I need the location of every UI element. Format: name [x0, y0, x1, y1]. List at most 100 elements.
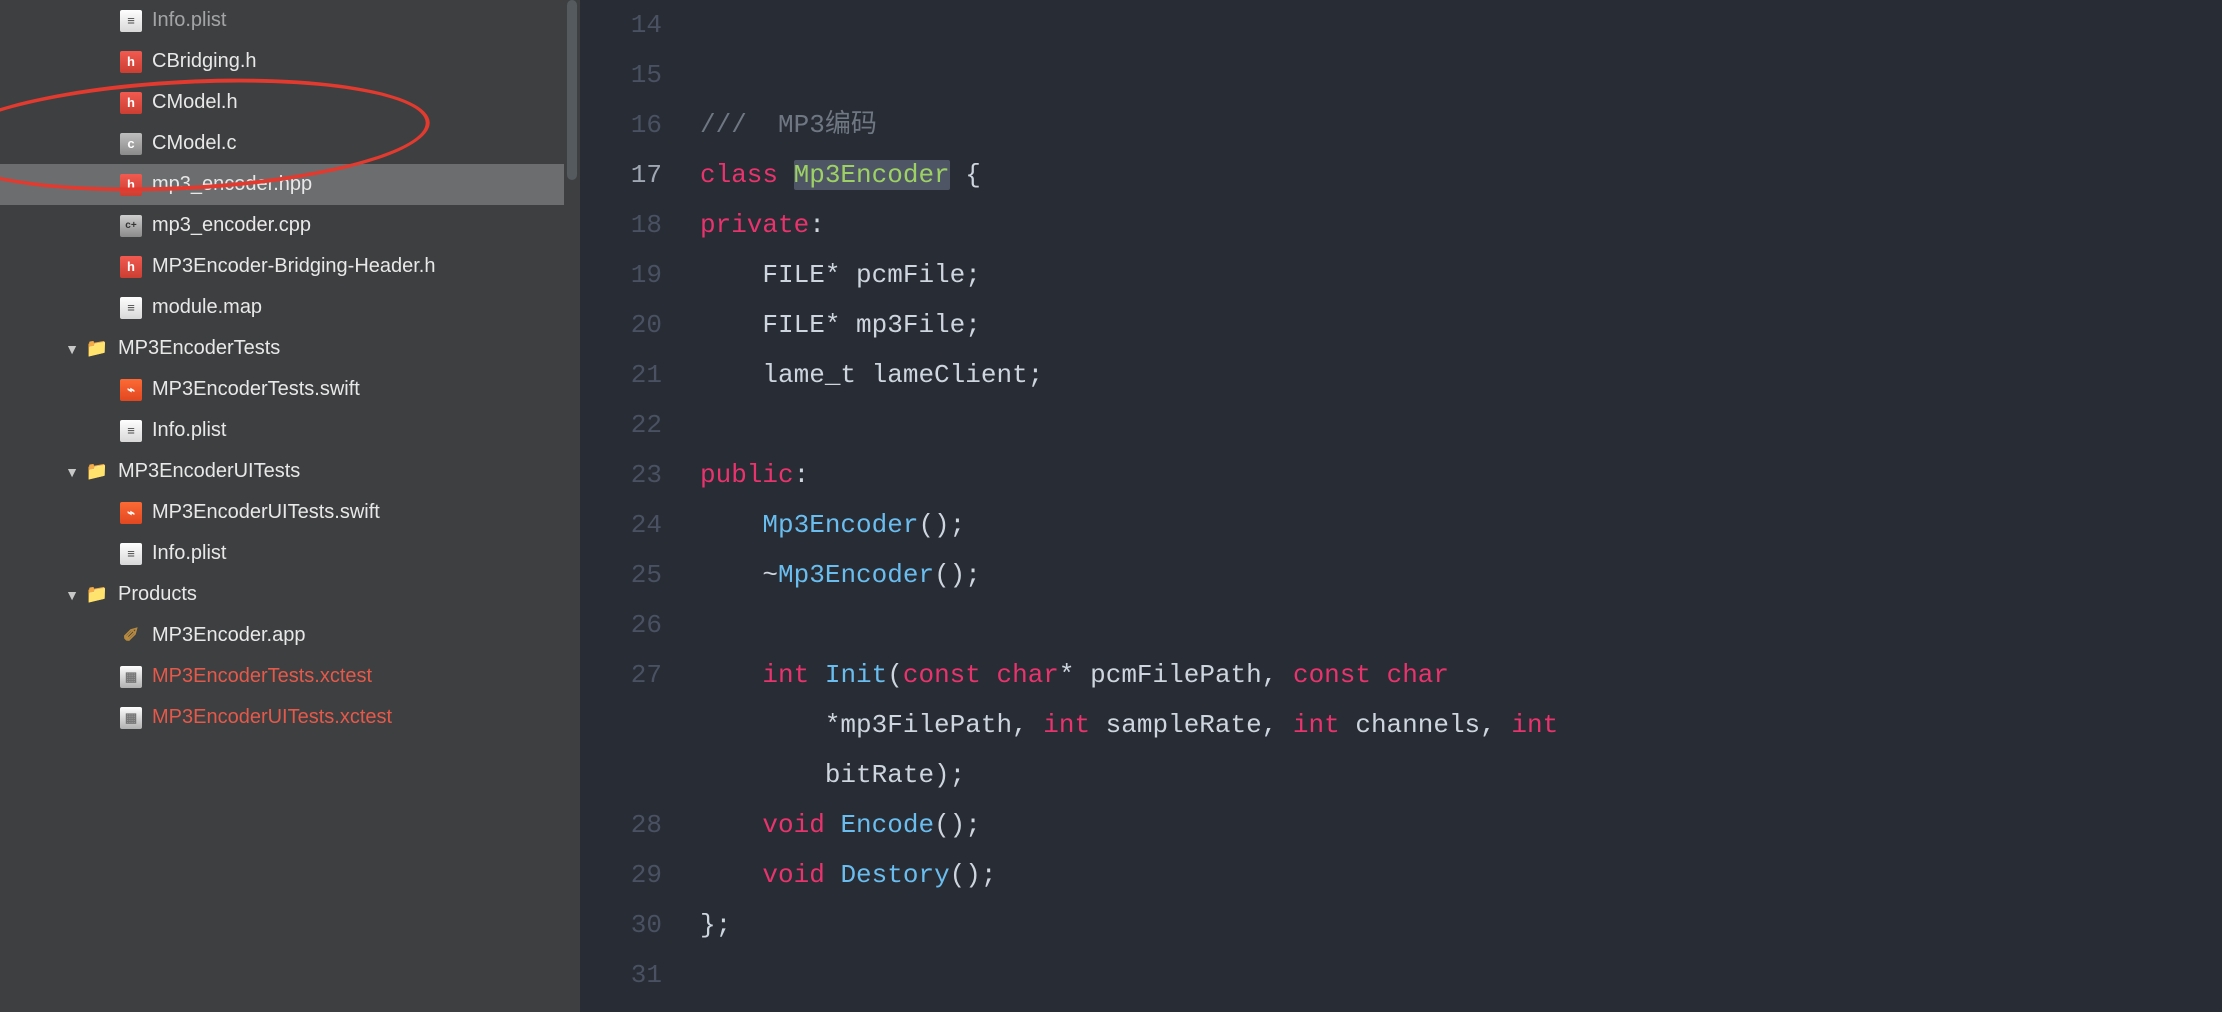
code-token	[700, 660, 762, 690]
line-number: 19	[580, 250, 662, 300]
code-token: Mp3Encoder	[762, 510, 918, 540]
app-file-icon: ✐	[120, 625, 142, 647]
file-tree-item[interactable]: hMP3Encoder-Bridging-Header.h	[0, 246, 580, 287]
file-tree-item[interactable]: ▦MP3EncoderUITests.xctest	[0, 697, 580, 738]
line-number: 25	[580, 550, 662, 600]
line-number: 18	[580, 200, 662, 250]
code-token: int	[1043, 710, 1090, 740]
code-token: *mp3FilePath,	[825, 710, 1043, 740]
disclosure-triangle-icon[interactable]: ▼	[62, 464, 82, 480]
code-token	[700, 760, 825, 790]
file-tree-item[interactable]: ⌁ MP3EncoderTests.swift	[0, 369, 580, 410]
file-tree-item[interactable]: ✐MP3Encoder.app	[0, 615, 580, 656]
code-line[interactable]: FILE* pcmFile;	[700, 250, 2222, 300]
file-tree-item-label: MP3Encoder-Bridging-Header.h	[152, 255, 436, 278]
file-tree-item-label: MP3EncoderUITests.xctest	[152, 706, 392, 729]
code-line[interactable]: lame_t lameClient;	[700, 350, 2222, 400]
code-line[interactable]	[700, 0, 2222, 50]
code-line[interactable]	[700, 400, 2222, 450]
code-line[interactable]: *mp3FilePath, int sampleRate, int channe…	[700, 700, 2222, 750]
code-line[interactable]: void Encode();	[700, 800, 2222, 850]
file-tree-item[interactable]: hCBridging.h	[0, 41, 580, 82]
code-line[interactable]: int Init(const char* pcmFilePath, const …	[700, 650, 2222, 700]
line-number: 22	[580, 400, 662, 450]
code-token: bitRate);	[825, 760, 965, 790]
app-root: ≡Info.plisthCBridging.hhCModel.hcCModel.…	[0, 0, 2222, 1012]
code-token: const	[903, 660, 981, 690]
code-line[interactable]	[700, 50, 2222, 100]
file-tree-item[interactable]: ≡Info.plist	[0, 533, 580, 574]
plist-file-icon: ≡	[120, 420, 142, 442]
scrollbar-thumb[interactable]	[567, 0, 577, 180]
code-line[interactable]: /// MP3编码	[700, 100, 2222, 150]
line-number: 26	[580, 600, 662, 650]
file-tree-item[interactable]: ▦MP3EncoderTests.xctest	[0, 656, 580, 697]
code-line[interactable]: bitRate);	[700, 750, 2222, 800]
code-token: ();	[934, 810, 981, 840]
file-tree-item[interactable]: cCModel.c	[0, 123, 580, 164]
line-number: 23	[580, 450, 662, 500]
code-line[interactable]: class Mp3Encoder {	[700, 150, 2222, 200]
code-line[interactable]: Mp3Encoder();	[700, 500, 2222, 550]
code-token: Mp3Encoder	[778, 560, 934, 590]
line-number: 21	[580, 350, 662, 400]
code-token: ~	[762, 560, 778, 590]
code-token: ();	[918, 510, 965, 540]
line-number: 31	[580, 950, 662, 1000]
disclosure-triangle-icon[interactable]: ▼	[62, 341, 82, 357]
file-tree-item[interactable]: ≡module.map	[0, 287, 580, 328]
code-token: ();	[950, 860, 997, 890]
file-tree-item[interactable]: ▼📁Products	[0, 574, 580, 615]
file-navigator[interactable]: ≡Info.plisthCBridging.hhCModel.hcCModel.…	[0, 0, 580, 1012]
code-line[interactable]	[700, 600, 2222, 650]
file-tree-item[interactable]: c+mp3_encoder.cpp	[0, 205, 580, 246]
line-number: 30	[580, 900, 662, 950]
line-number: 24	[580, 500, 662, 550]
code-token: int	[1293, 710, 1340, 740]
code-token: FILE* mp3File;	[762, 310, 980, 340]
file-tree-item[interactable]: ≡Info.plist	[0, 0, 580, 41]
code-editor[interactable]: 14151617181920212223242526272829303132 /…	[580, 0, 2222, 1012]
code-line[interactable]: #endif /* mp3_encoder_h */	[700, 1000, 2222, 1012]
disclosure-triangle-icon[interactable]: ▼	[62, 587, 82, 603]
file-tree-item[interactable]: ▼📁MP3EncoderTests	[0, 328, 580, 369]
code-line[interactable]	[700, 950, 2222, 1000]
file-tree-item-label: CBridging.h	[152, 50, 257, 73]
sidebar-scrollbar[interactable]	[564, 0, 580, 1012]
file-tree-item-label: MP3EncoderTests.swift	[152, 378, 360, 401]
file-tree-item[interactable]: hmp3_encoder.hpp	[0, 164, 580, 205]
code-line[interactable]: ~Mp3Encoder();	[700, 550, 2222, 600]
code-line[interactable]: FILE* mp3File;	[700, 300, 2222, 350]
file-tree-item-label: mp3_encoder.cpp	[152, 214, 311, 237]
code-token	[700, 710, 825, 740]
file-tree-item[interactable]: ⌁MP3EncoderUITests.swift	[0, 492, 580, 533]
file-tree-item[interactable]: ≡Info.plist	[0, 410, 580, 451]
file-tree: ≡Info.plisthCBridging.hhCModel.hcCModel.…	[0, 0, 580, 738]
plist-file-icon: ≡	[120, 543, 142, 565]
code-line[interactable]: void Destory();	[700, 850, 2222, 900]
code-token: Destory	[840, 860, 949, 890]
code-token: private	[700, 210, 809, 240]
file-tree-item-label: MP3EncoderTests	[118, 337, 280, 360]
file-tree-item[interactable]: ▼📁MP3EncoderUITests	[0, 451, 580, 492]
code-line[interactable]: public:	[700, 450, 2222, 500]
folder-file-icon: 📁	[86, 461, 108, 483]
file-tree-item[interactable]: hCModel.h	[0, 82, 580, 123]
file-tree-item-label: CModel.c	[152, 132, 236, 155]
code-token: lame_t lameClient;	[762, 360, 1043, 390]
code-token: /// MP3编码	[700, 110, 877, 140]
code-token: Init	[825, 660, 887, 690]
code-token	[825, 810, 841, 840]
file-tree-item-label: MP3EncoderUITests.swift	[152, 501, 380, 524]
swift-file-icon: ⌁	[120, 379, 142, 401]
code-token	[700, 810, 762, 840]
code-token	[809, 660, 825, 690]
code-token: char	[1387, 660, 1449, 690]
code-area[interactable]: /// MP3编码class Mp3Encoder {private: FILE…	[692, 0, 2222, 1012]
line-number: 32	[580, 1000, 662, 1012]
code-token: :	[794, 460, 810, 490]
xctest-file-icon: ▦	[120, 666, 142, 688]
line-number-gutter: 14151617181920212223242526272829303132	[580, 0, 692, 1012]
code-line[interactable]: private:	[700, 200, 2222, 250]
code-line[interactable]: };	[700, 900, 2222, 950]
